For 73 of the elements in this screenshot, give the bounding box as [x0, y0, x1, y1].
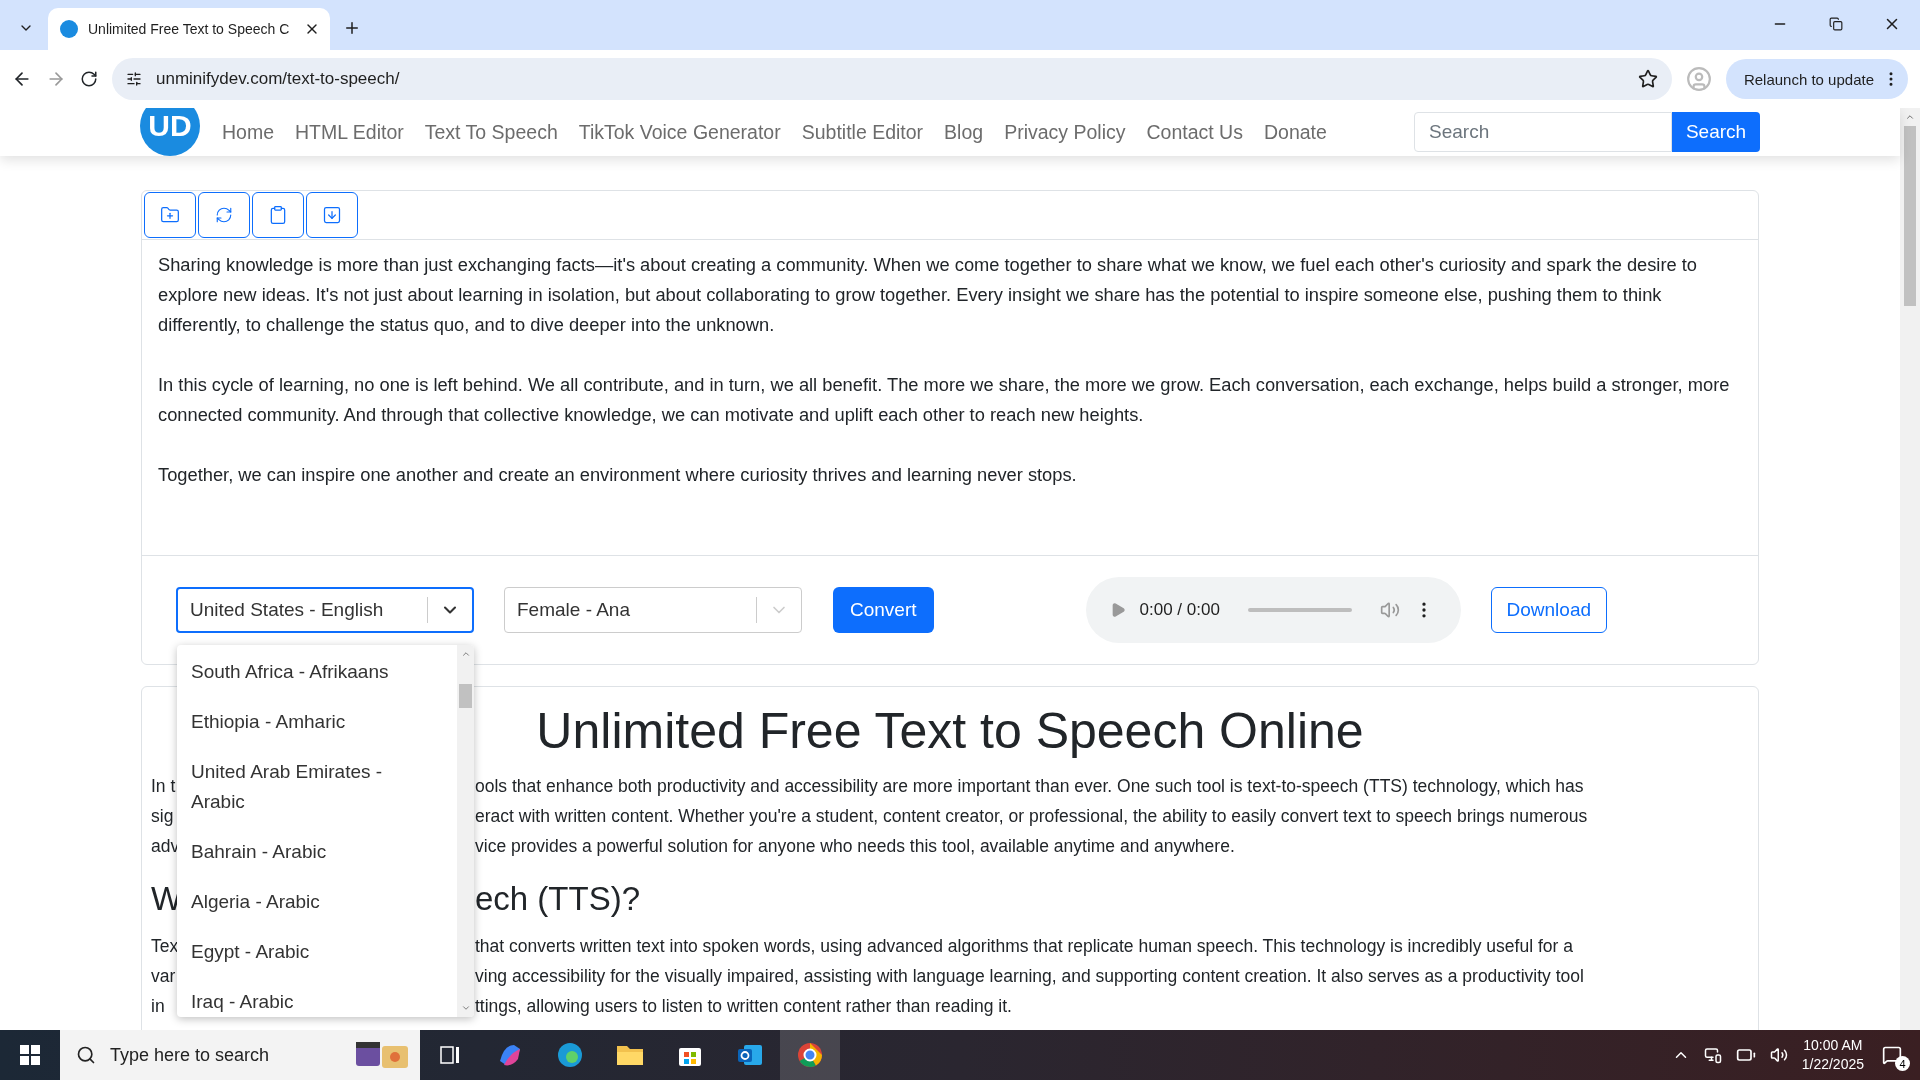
clock-date: 1/22/2025	[1801, 1055, 1864, 1074]
paragraph-text: var	[151, 966, 176, 986]
speaker-icon[interactable]	[1769, 1046, 1788, 1064]
language-option[interactable]: Algeria - Arabic	[177, 877, 457, 927]
search-button[interactable]: Search	[1672, 112, 1760, 152]
browser-tab[interactable]: Unlimited Free Text to Speech C	[48, 8, 330, 50]
paragraph-text: In t	[151, 776, 176, 796]
address-bar[interactable]: unminifydev.com/text-to-speech/	[112, 58, 1672, 100]
nav-link[interactable]: HTML Editor	[295, 120, 404, 144]
nav-link[interactable]: Donate	[1263, 120, 1327, 144]
paragraph-text: eract with written content. Whether you're a student, content creator, or professional, the ability to easily convert text to speech brings numerous	[475, 805, 1588, 828]
search-field[interactable]: Search	[1414, 112, 1672, 152]
paragraph-text: in	[151, 996, 165, 1016]
scrollbar-thumb[interactable]	[459, 684, 472, 708]
clipboard-icon	[268, 205, 288, 225]
reset-button[interactable]	[198, 192, 250, 238]
nav-link[interactable]: Contact Us	[1146, 120, 1243, 144]
site-settings-icon[interactable]	[126, 71, 142, 87]
relaunch-button[interactable]: Relaunch to update	[1725, 59, 1908, 99]
device-icon[interactable]	[1703, 1046, 1722, 1064]
nav-link[interactable]: Home	[222, 120, 275, 144]
paragraph-text: vice provides a powerful solution for anyone who needs this tool, available anytime and anywhere.	[475, 835, 1235, 858]
voice-select[interactable]: Female - Ana	[504, 587, 802, 633]
new-tab-icon[interactable]	[343, 19, 361, 37]
paragraph-text: Tex	[151, 936, 179, 956]
taskbar-search-field[interactable]: Type here to search	[60, 1030, 420, 1080]
download-button[interactable]: Download	[1490, 587, 1608, 633]
windows-start-icon[interactable]	[20, 1045, 40, 1065]
convert-button[interactable]: Convert	[833, 587, 934, 633]
clock-time: 10:00 AM	[1803, 1036, 1863, 1055]
mail-icon[interactable]	[736, 1042, 764, 1068]
language-option[interactable]: Egypt - Arabic	[177, 927, 457, 977]
scrollbar-thumb[interactable]	[1904, 126, 1916, 306]
site-favicon-icon	[60, 20, 78, 38]
language-option[interactable]: United Arab Emirates - Arabic	[177, 747, 457, 827]
language-option[interactable]: South Africa - Afrikaans	[177, 647, 457, 697]
site-logo[interactable]: UD	[140, 108, 200, 156]
nav-link[interactable]: Subtitle Editor	[801, 120, 924, 144]
nav-link[interactable]: TikTok Voice Generator	[578, 120, 781, 144]
article-title: Unlimited Free Text to Speech Online	[536, 702, 1364, 761]
circle-browser-icon[interactable]	[796, 1041, 824, 1069]
paragraph-text: ttings, allowing users to listen to written content rather than reading it.	[475, 995, 1012, 1018]
paragraph-text: ving accessibility for the visually impaired, assisting with language learning, and supporting content creation. It also serves as a productivity tool	[475, 965, 1584, 988]
volume-icon[interactable]	[1379, 600, 1400, 620]
paste-button[interactable]	[252, 192, 304, 238]
language-option[interactable]: Bahrain - Arabic	[177, 827, 457, 877]
audio-time: 0:00 / 0:00	[1139, 600, 1220, 620]
nav-link[interactable]: Blog	[944, 120, 984, 144]
audio-progress-track[interactable]	[1247, 608, 1352, 612]
task-view-icon[interactable]	[439, 1044, 461, 1066]
page-scrollbar[interactable]	[1900, 108, 1920, 1030]
paragraph-text: sig	[151, 806, 174, 826]
language-option[interactable]: Iraq - Arabic	[177, 977, 457, 1017]
nav-link[interactable]: Text To Speech	[424, 120, 558, 144]
paragraph-text: that converts written text into spoken words, using advanced algorithms that replicate human speech. This technology is incredibly useful for a	[475, 935, 1573, 958]
text-input-area[interactable]: Sharing knowledge is more than just exchanging facts—it's about creating a community. When we come together to share what we know, we fuel each other's curiosity and spark the desire to explore new ideas. It's not just about learning in isolation, but about collaborating to grow together. Every insight we share has the potential to inspire someone else, pushing them to think differently, to challenge the status quo, and to dive deeper into the unknown. In this cycle of learning, no one is left behind. We all contribute, and in turn, we all benefit. The more we share, the more we grow. Each conversation, each exchange, helps build a stronger, more connected community. And through that collective knowledge, we can motivate and uplift each other to reach new heights. Together, we can inspire one another and create an environment where curiosity thrives and learning never stops.	[142, 240, 1758, 556]
reload-icon[interactable]	[80, 70, 98, 88]
search-icon	[76, 1045, 96, 1065]
folder-icon[interactable]	[616, 1043, 644, 1067]
bookmark-star-icon[interactable]	[1637, 69, 1658, 89]
paragraph-text: ools that enhance both productivity and accessibility are more important than ever. One such tool is text-to-speech (TTS) technology, which has	[475, 775, 1584, 798]
restore-icon[interactable]	[1829, 17, 1843, 31]
save-button[interactable]	[306, 192, 358, 238]
dropdown-scrollbar[interactable]	[457, 645, 474, 1017]
folder-plus-icon	[160, 205, 180, 225]
language-option[interactable]: Ethiopia - Amharic	[177, 697, 457, 747]
open-file-button[interactable]	[144, 192, 196, 238]
wave-browser-icon[interactable]	[556, 1041, 584, 1069]
scroll-up-icon[interactable]	[1905, 112, 1915, 122]
section-heading: ech (TTS)?	[475, 879, 641, 919]
nav-link[interactable]: Privacy Policy	[1004, 120, 1126, 144]
language-select[interactable]: United States - English	[176, 587, 474, 633]
refresh-icon	[215, 206, 233, 224]
